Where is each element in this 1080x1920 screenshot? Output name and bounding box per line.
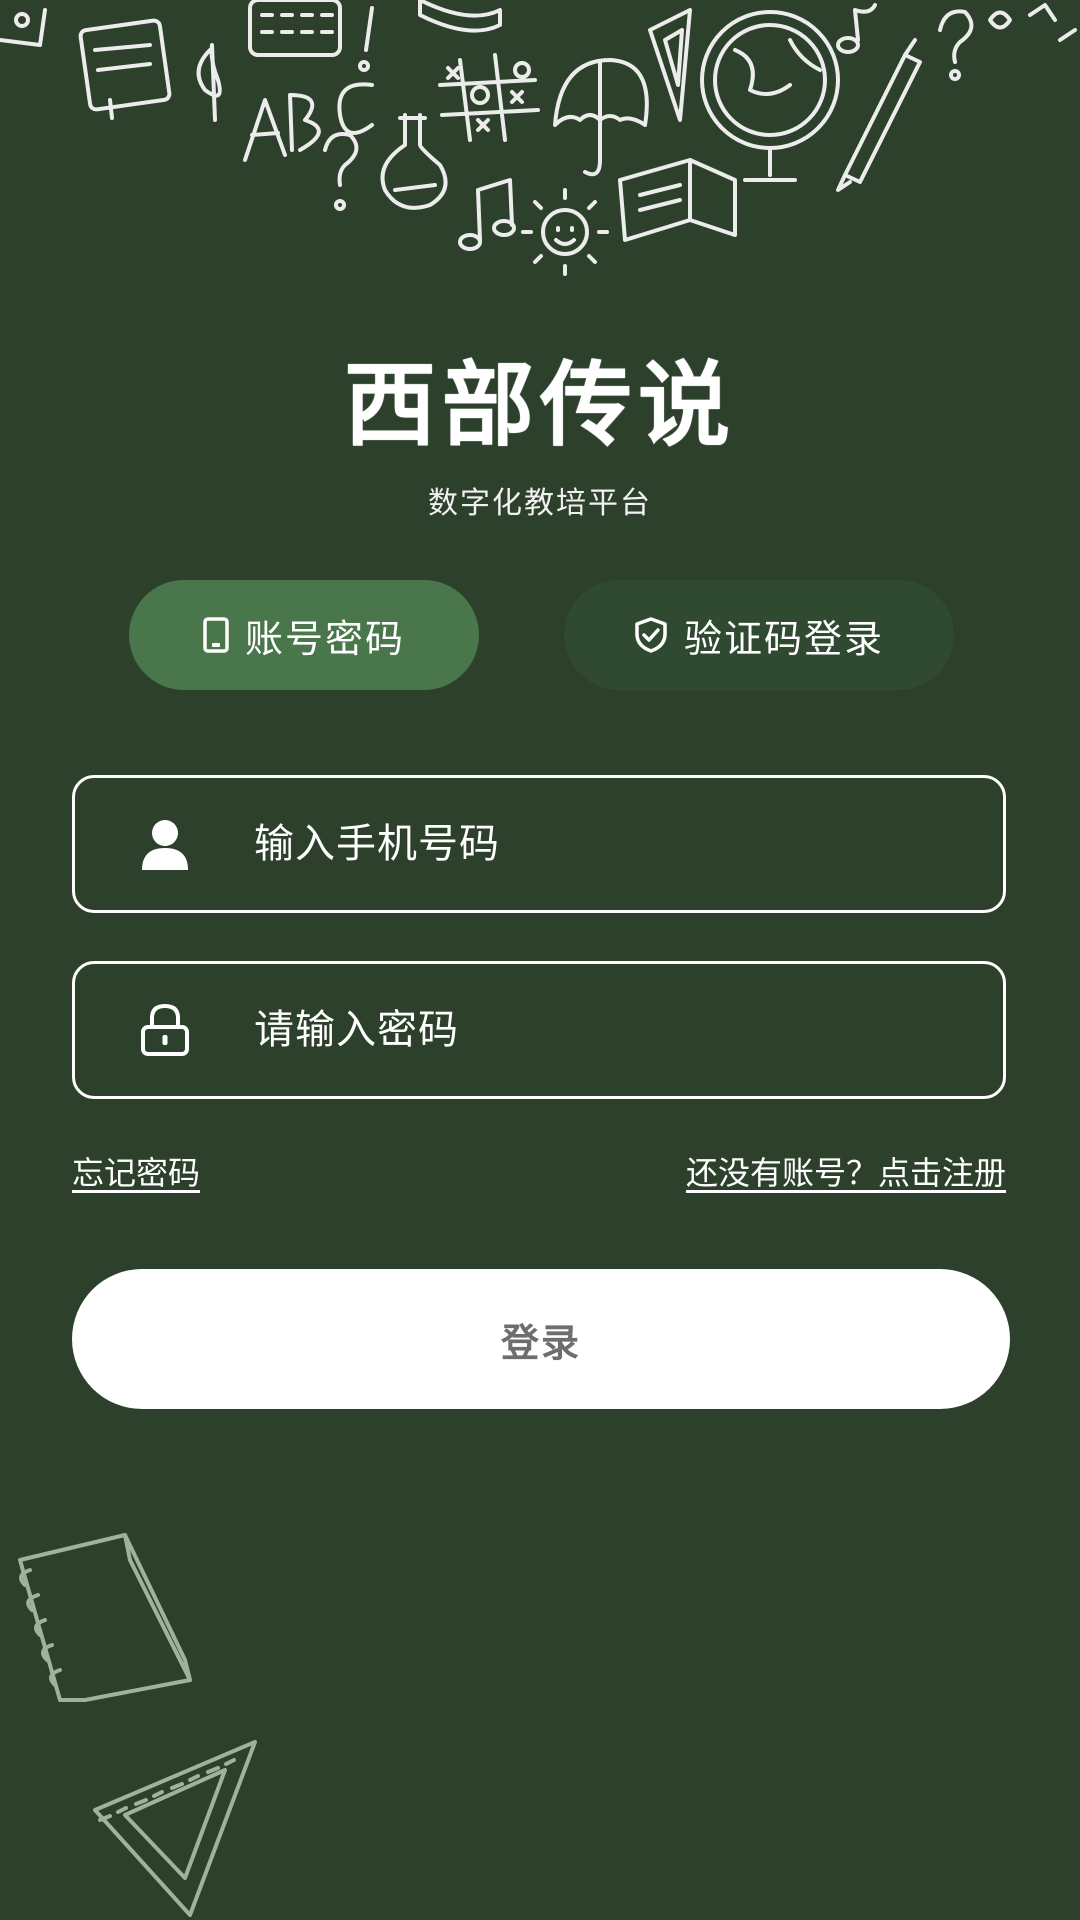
chalk-doodles-illustration (0, 0, 1077, 276)
register-link[interactable]: 还没有账号？点击注册 (686, 1148, 1006, 1194)
phone-icon (203, 617, 229, 653)
phone-input[interactable] (252, 820, 906, 868)
tab-label: 验证码登录 (683, 616, 884, 661)
shield-check-icon (634, 616, 668, 654)
lock-icon (120, 1003, 210, 1057)
password-input[interactable] (252, 1006, 906, 1054)
tab-label: 账号密码 (244, 616, 405, 661)
notebook-ruler-illustration (18, 1533, 257, 1917)
app-subtitle: 数字化教培平台 (428, 486, 652, 521)
tab-sms-login[interactable]: 验证码登录 (564, 580, 954, 690)
tab-account-password[interactable]: 账号密码 (129, 580, 479, 690)
login-button[interactable]: 登录 (72, 1269, 1010, 1409)
password-field[interactable] (72, 961, 1006, 1099)
app-title: 西部传说 (343, 351, 736, 459)
brand-header: 西部传说 数字化教培平台 (0, 350, 1080, 522)
forgot-password-link[interactable]: 忘记密码 (72, 1148, 200, 1194)
phone-field[interactable] (72, 775, 1006, 913)
user-icon (120, 818, 210, 870)
